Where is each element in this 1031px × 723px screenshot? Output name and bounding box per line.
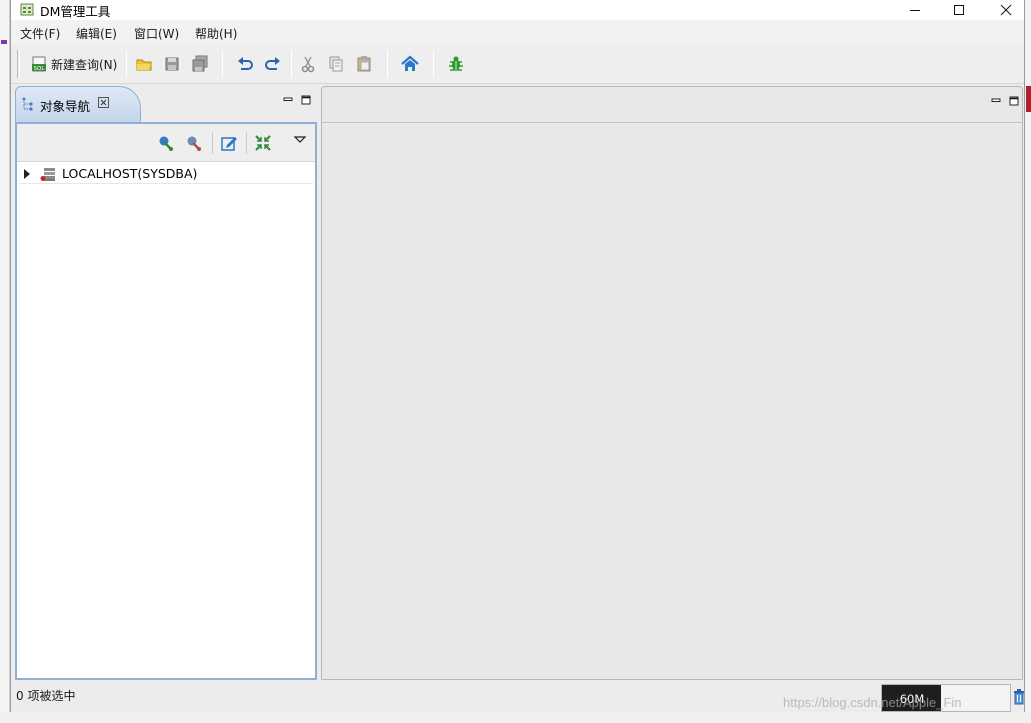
view-menu-icon: [293, 136, 307, 143]
database-server-icon: [40, 167, 56, 182]
tree-node-localhost[interactable]: LOCALHOST(SYSDBA): [19, 164, 313, 184]
save-icon: [165, 57, 179, 71]
selection-status: 0 项被选中: [16, 689, 76, 703]
title-bar: DM管理工具: [11, 0, 1024, 20]
new-query-button[interactable]: SQL 新建查询(N): [31, 52, 117, 76]
tab-close-icon[interactable]: [98, 97, 109, 108]
disconnect-icon: [187, 136, 201, 151]
heap-status[interactable]: 60M: [881, 684, 1011, 712]
toolbar-separator: [126, 50, 127, 78]
close-icon: [1000, 4, 1012, 16]
menu-window[interactable]: 窗口(W): [134, 25, 179, 42]
toolbar-grip[interactable]: [17, 50, 20, 78]
undo-button[interactable]: [236, 52, 254, 76]
collapse-all-button[interactable]: [254, 134, 272, 152]
main-toolbar: SQL 新建查询(N): [11, 44, 1024, 84]
debug-bug-icon: [449, 56, 463, 71]
menu-file[interactable]: 文件(F): [20, 25, 60, 42]
toolbar-separator: [387, 50, 388, 78]
background-window-bottom: [0, 712, 1031, 723]
window-title: DM管理工具: [40, 4, 111, 19]
minimize-icon: [910, 10, 920, 11]
heap-label: 60M: [899, 692, 925, 706]
paste-icon: [357, 56, 371, 72]
trash-icon: [1014, 689, 1024, 705]
navigator-toolbar-separator: [212, 132, 213, 154]
dm-manager-window: DM管理工具 文件(F) 编辑(E) 窗口(W) 帮助(H) SQL 新建查询(…: [10, 0, 1025, 712]
svg-text:SQL: SQL: [34, 66, 46, 72]
disconnect-button[interactable]: [185, 134, 203, 152]
debug-button[interactable]: [447, 52, 465, 76]
sql-new-query-icon: SQL: [32, 56, 46, 72]
editor-tab-strip: [322, 87, 1022, 123]
background-window-left: [0, 0, 10, 723]
toolbar-separator: [222, 50, 223, 78]
menu-help[interactable]: 帮助(H): [195, 25, 237, 42]
copy-icon: [329, 56, 343, 72]
paste-button[interactable]: [355, 52, 373, 76]
home-icon: [401, 55, 419, 71]
navigator-tab-label: 对象导航: [40, 99, 91, 114]
navigator-toolbar: [17, 124, 315, 162]
connect-button[interactable]: [157, 134, 175, 152]
toolbar-separator: [291, 50, 292, 78]
tree-node-label: LOCALHOST(SYSDBA): [62, 166, 198, 181]
edit-icon: [221, 137, 237, 151]
open-button[interactable]: [135, 52, 153, 76]
view-menu-button[interactable]: [291, 132, 309, 150]
background-mark: [1, 40, 7, 44]
copy-button[interactable]: [327, 52, 345, 76]
undo-icon: [238, 57, 253, 70]
minimize-button[interactable]: [892, 0, 938, 20]
navigator-body: LOCALHOST(SYSDBA): [15, 122, 317, 680]
view-maximize-icon[interactable]: [301, 94, 311, 105]
edit-button[interactable]: [220, 134, 238, 152]
toolbar-separator: [433, 50, 434, 78]
editor-maximize-icon[interactable]: [1009, 95, 1019, 106]
view-minimize-icon[interactable]: [283, 94, 293, 104]
collapse-all-icon: [255, 135, 271, 151]
editor-area: [321, 86, 1023, 680]
save-all-button[interactable]: [191, 52, 209, 76]
cut-button[interactable]: [299, 52, 317, 76]
cut-icon: [301, 56, 315, 73]
editor-minimize-icon[interactable]: [991, 95, 1001, 105]
close-button[interactable]: [983, 0, 1029, 20]
background-window-right: [1025, 0, 1031, 723]
save-button[interactable]: [163, 52, 181, 76]
new-query-label: 新建查询(N): [51, 57, 118, 72]
save-all-icon: [192, 55, 208, 72]
navigator-tree-icon: [21, 97, 35, 111]
status-bar: 0 项被选中 60M: [11, 680, 1024, 712]
tab-object-navigator[interactable]: 对象导航: [15, 86, 141, 122]
app-logo-icon: [20, 2, 34, 16]
expand-arrow-icon[interactable]: [24, 169, 30, 179]
open-folder-icon: [136, 59, 152, 71]
redo-button[interactable]: [264, 52, 282, 76]
background-red-accent: [1026, 86, 1031, 112]
menu-bar: 文件(F) 编辑(E) 窗口(W) 帮助(H): [11, 20, 1024, 44]
object-navigator-view: 对象导航 LOCALHOST(SYSDBA): [15, 86, 317, 680]
navigator-toolbar-separator: [246, 132, 247, 154]
connect-icon: [159, 136, 173, 151]
menu-edit[interactable]: 编辑(E): [76, 25, 117, 42]
maximize-icon: [954, 5, 964, 15]
maximize-button[interactable]: [936, 0, 982, 20]
garbage-collect-button[interactable]: [1013, 688, 1025, 706]
redo-icon: [265, 57, 280, 70]
home-button[interactable]: [401, 52, 419, 76]
